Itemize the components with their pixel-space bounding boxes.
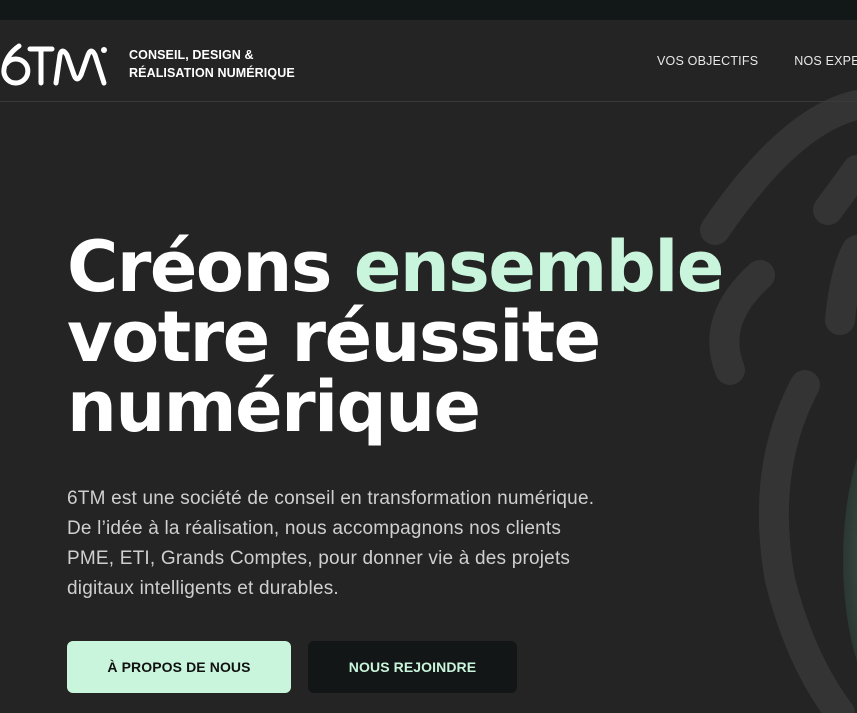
main-nav: VOS OBJECTIFS NOS EXPE — [657, 54, 857, 68]
page: CONSEIL, DESIGN & RÉALISATION NUMÉRIQUE … — [0, 0, 857, 713]
tagline-line-1: CONSEIL, DESIGN & — [129, 48, 254, 62]
brand-tagline: CONSEIL, DESIGN & RÉALISATION NUMÉRIQUE — [129, 46, 295, 82]
hero-title-line-1: Créons ensemble — [67, 232, 724, 302]
tagline-line-2: RÉALISATION NUMÉRIQUE — [129, 66, 295, 80]
about-us-button[interactable]: À PROPOS DE NOUS — [67, 641, 291, 693]
nav-item-objectifs[interactable]: VOS OBJECTIFS — [657, 54, 758, 68]
hero-title: Créons ensemble votre réussite numérique — [67, 232, 724, 448]
site-header: CONSEIL, DESIGN & RÉALISATION NUMÉRIQUE … — [0, 20, 857, 102]
hero-description: 6TM est une société de conseil en transf… — [67, 488, 595, 599]
hero-title-line-3: numérique — [67, 366, 481, 448]
brand-logo[interactable] — [0, 41, 110, 87]
join-us-button[interactable]: NOUS REJOINDRE — [308, 641, 517, 693]
nav-item-expertises[interactable]: NOS EXPE — [794, 54, 857, 68]
hero-title-line-2: votre réussite — [67, 296, 601, 378]
top-bar — [0, 0, 857, 20]
